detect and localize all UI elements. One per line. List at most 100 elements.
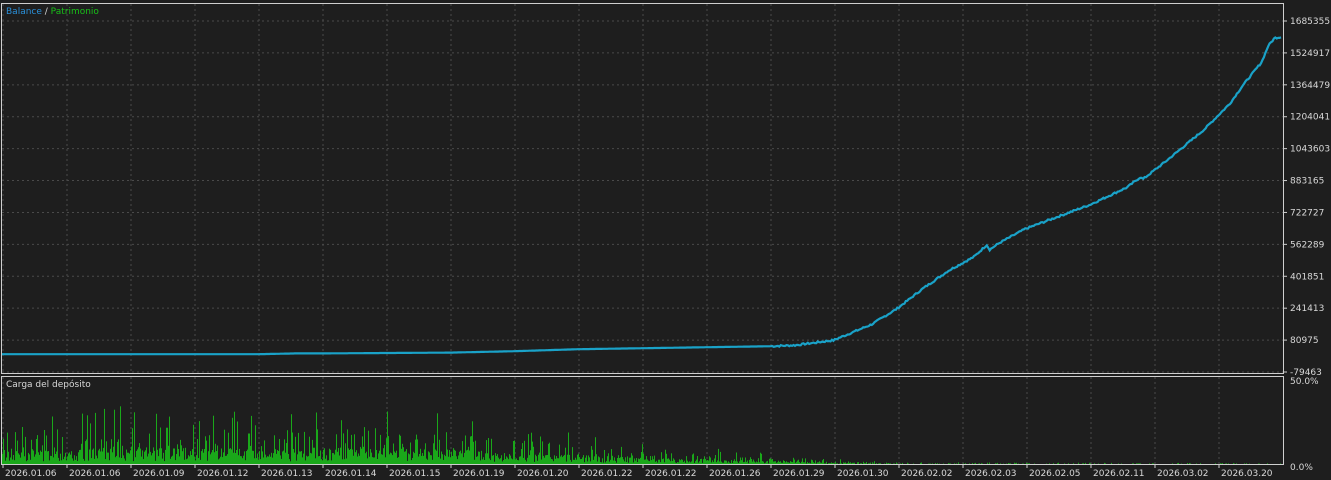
deposit-load-bar: [116, 455, 117, 464]
deposit-load-bar: [530, 450, 531, 464]
deposit-load-bar: [260, 459, 261, 464]
deposit-load-bar: [7, 432, 8, 464]
deposit-load-bar: [753, 459, 754, 464]
deposit-load-bar: [590, 461, 591, 464]
deposit-load-bar: [514, 440, 515, 464]
deposit-load-bar: [673, 458, 674, 464]
deposit-load-bar: [288, 454, 289, 464]
deposit-load-bar: [737, 461, 738, 464]
deposit-load-bar: [614, 457, 615, 464]
deposit-load-bar: [179, 456, 180, 464]
deposit-load-bar: [333, 453, 334, 464]
deposit-load-bar: [275, 449, 276, 464]
deposit-load-bar: [406, 449, 407, 464]
deposit-load-bar: [677, 462, 678, 464]
deposit-load-bar: [600, 462, 601, 464]
deposit-load-bar: [688, 462, 689, 464]
deposit-load-bar: [781, 462, 782, 464]
y-tick-label: 80975: [1290, 336, 1319, 346]
deposit-load-bar: [1280, 463, 1281, 464]
deposit-load-bar: [633, 462, 634, 464]
deposit-load-bar: [869, 463, 870, 464]
deposit-load-bar: [127, 452, 128, 464]
deposit-load-bar: [561, 455, 562, 464]
deposit-load-bar: [219, 458, 220, 464]
deposit-load-bar: [26, 461, 27, 464]
deposit-load-bar: [269, 454, 270, 464]
deposit-load-bar: [696, 459, 697, 464]
deposit-load-bar: [63, 459, 64, 464]
deposit-load-bar: [336, 434, 337, 464]
deposit-load-bar: [280, 455, 281, 464]
deposit-load-bar: [244, 451, 245, 464]
deposit-load-bar: [381, 454, 382, 464]
deposit-load-bar: [747, 460, 748, 464]
deposit-load-bar: [422, 453, 423, 464]
deposit-load-bar: [695, 461, 696, 464]
deposit-load-bar: [133, 461, 134, 464]
deposit-load-bar: [777, 462, 778, 464]
deposit-load-bar: [301, 451, 302, 464]
deposit-load-bar: [864, 463, 865, 464]
deposit-load-bar: [349, 450, 350, 464]
deposit-load-bar: [567, 454, 568, 464]
deposit-load-bar: [541, 459, 542, 464]
deposit-load-bar: [1104, 462, 1105, 464]
deposit-load-bar: [41, 451, 42, 464]
deposit-load-bar: [32, 449, 33, 464]
deposit-load-bar: [886, 462, 887, 464]
deposit-load-bar: [111, 439, 112, 464]
deposit-load-bar: [210, 454, 211, 464]
deposit-load-bar: [731, 460, 732, 464]
y-tick-label: 1043603: [1290, 145, 1330, 155]
deposit-load-bar: [343, 433, 344, 464]
deposit-load-bar: [987, 462, 988, 464]
deposit-load-bar: [137, 449, 138, 464]
y-tick-label: 1364479: [1290, 81, 1330, 91]
lower-panel-title: Carga del depósito: [6, 379, 91, 390]
deposit-load-bar: [163, 452, 164, 464]
deposit-load-bar: [812, 460, 813, 464]
deposit-load-bar: [1026, 462, 1027, 464]
deposit-load-bar: [850, 462, 851, 464]
deposit-load-bar: [203, 452, 204, 464]
deposit-load-bar: [491, 438, 492, 464]
deposit-load-bar: [742, 457, 743, 464]
deposit-load-bar: [285, 452, 286, 464]
deposit-load-bar: [526, 461, 527, 464]
deposit-load-bar: [721, 461, 722, 464]
deposit-load-bar: [1200, 463, 1201, 464]
deposit-load-bar: [734, 459, 735, 464]
deposit-load-bar: [646, 456, 647, 464]
deposit-load-bar: [183, 448, 184, 464]
deposit-load-bar: [858, 462, 859, 464]
deposit-load-bar: [772, 459, 773, 464]
deposit-load-bar: [725, 460, 726, 464]
deposit-load-bar: [440, 458, 441, 464]
deposit-load-bar: [389, 454, 390, 464]
deposit-load-bar: [995, 463, 996, 464]
deposit-load-bar: [943, 463, 944, 464]
deposit-load-bar: [255, 425, 256, 464]
deposit-load-bar: [523, 457, 524, 464]
deposit-load-bar: [659, 459, 660, 464]
deposit-load-bar: [33, 450, 34, 464]
deposit-load-bar: [481, 450, 482, 464]
deposit-load-bar: [251, 415, 252, 464]
deposit-load-bar: [150, 451, 151, 464]
deposit-load-bar: [622, 457, 623, 464]
deposit-load-bar: [527, 457, 528, 464]
deposit-load-bar: [110, 448, 111, 464]
deposit-load-bar: [1236, 463, 1237, 464]
deposit-load-bar: [826, 461, 827, 464]
deposit-load-bar: [630, 457, 631, 464]
deposit-load-bar: [432, 459, 433, 464]
deposit-load-bar: [636, 458, 637, 464]
deposit-load-bar: [562, 457, 563, 464]
deposit-load-bar: [937, 463, 938, 464]
deposit-load-bar: [498, 457, 499, 464]
deposit-load-bar: [606, 460, 607, 464]
deposit-load-bar: [64, 456, 65, 464]
deposit-load-bar: [727, 462, 728, 464]
deposit-load-bar: [278, 451, 279, 464]
